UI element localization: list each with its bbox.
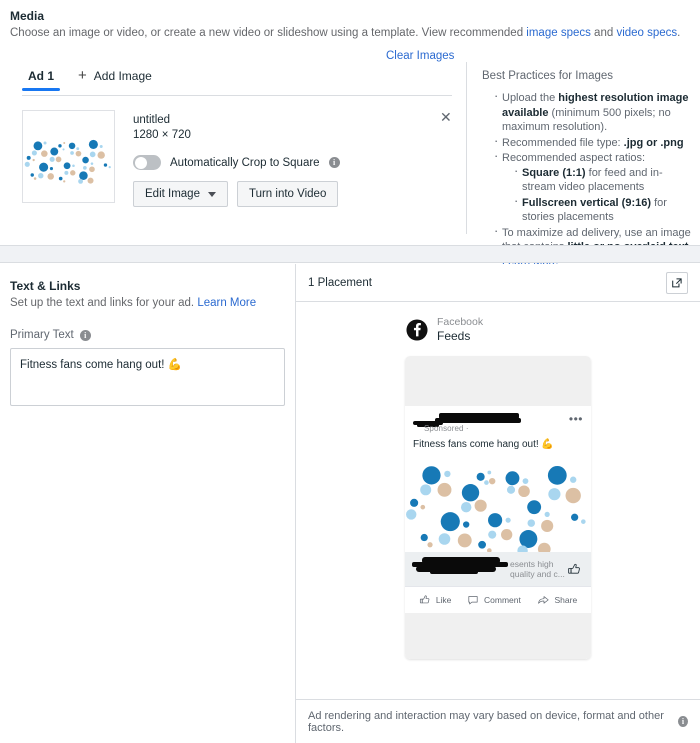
crop-to-square-label: Automatically Crop to Square [170,156,320,169]
text-and-links-section: Text & Links Set up the text and links f… [0,270,295,406]
preview-footer-note: Ad rendering and interaction may vary ba… [308,709,664,734]
plus-icon: + [78,67,87,84]
ad-link-caption-bar[interactable]: esents high quality and c... [405,552,591,586]
ads-manager-creative-editor: Media Choose an image or video, or creat… [0,0,700,743]
placement-names: Facebook Feeds [437,316,483,343]
ad-comment-button[interactable]: Comment [467,594,521,606]
bp-text-1-a: Upload the [502,92,559,104]
feed-placeholder-top [405,356,591,406]
best-practices-panel: Best Practices for Images Upload the hig… [482,68,692,270]
comment-icon [468,596,478,605]
primary-text-input[interactable]: Fitness fans come hang out! 💪 [10,348,285,406]
image-item-row: untitled 1280 × 720 Automatically Crop t… [22,110,340,207]
ad-header: Sponsored · ••• [405,406,591,436]
video-specs-link[interactable]: video specs [616,27,677,39]
platform-name: Facebook [437,316,484,328]
ad-tabs: Ad 1 + Add Image [22,68,152,91]
best-practice-item: Recommended file type: .jpg or .png [494,134,692,151]
confetti-dots-graphic [405,458,591,552]
ad-primary-text: Fitness fans come hang out! 💪 [413,439,554,450]
add-image-button[interactable]: + Add Image [78,68,152,91]
primary-text-label: Primary Text [10,329,74,341]
ad-comment-label: Comment [484,595,521,605]
external-link-icon [672,277,682,287]
text-links-subtitle: Set up the text and links for your ad. L… [10,295,285,311]
redacted-link-headline [412,557,508,574]
feed-placeholder-bottom [405,613,591,659]
toggle-knob [134,156,147,169]
tab-active-indicator [22,88,61,91]
image-action-buttons: Edit Image Turn into Video [133,181,340,207]
edit-image-label: Edit Image [145,188,200,200]
tabs-divider [22,95,452,96]
text-links-title: Text & Links [10,279,81,293]
media-subtitle-text-2: and [590,27,617,39]
chevron-down-icon [207,191,216,197]
text-links-learn-more-link[interactable]: Learn More [197,297,256,309]
platform-surface: Feeds [437,329,471,343]
bp-text-3-1-a: Square (1:1) [522,166,586,179]
bp-text-3-2-a: Fullscreen vertical (9:16) [522,196,652,209]
bp-text-2-b: .jpg or .png [623,136,684,149]
best-practices-sublist: Square (1:1) for feed and in-stream vide… [504,164,692,225]
ad-share-button[interactable]: Share [537,594,578,606]
section-separator [0,245,700,263]
ad-like-label: Like [435,595,452,605]
bp-text-2-a: Recommended file type: [502,136,624,149]
share-icon [537,596,549,604]
turn-into-video-label: Turn into Video [248,188,327,200]
info-icon[interactable]: i [79,329,91,341]
best-practice-item: Recommended aspect ratios: Square (1:1) … [494,149,692,225]
media-section-subtitle: Choose an image or video, or create a ne… [10,25,690,41]
best-practices-title: Best Practices for Images [482,70,614,82]
ad-more-options-icon[interactable]: ••• [569,413,583,425]
ad-creative-image[interactable] [405,458,591,552]
image-specs-link[interactable]: image specs [526,27,591,39]
media-subtitle-text-3: . [677,27,681,39]
preview-body: Facebook Feeds Sponsored · ••• Fitness f… [296,302,700,659]
image-file-name: untitled [133,114,171,126]
confetti-dots-graphic [23,130,114,184]
bp-text-3-a: Recommended aspect ratios: [502,152,646,164]
placement-count-label: 1 Placement [308,276,372,289]
crop-to-square-toggle[interactable] [133,155,161,170]
primary-text-label-row: Primary Text i [10,329,285,341]
facebook-logo-icon [406,318,428,341]
add-image-label: Add Image [93,68,152,83]
info-icon[interactable]: i [328,157,340,168]
preview-header: 1 Placement [296,264,700,302]
ad-like-button[interactable]: Like [419,594,452,606]
tab-ad-1-label: Ad 1 [28,69,55,83]
ad-share-label: Share [554,595,578,605]
media-subtitle-text-1: Choose an image or video, or create a ne… [10,27,527,39]
preview-footer: Ad rendering and interaction may vary ba… [296,699,700,743]
turn-into-video-button[interactable]: Turn into Video [236,181,339,207]
thumbs-up-icon [419,595,430,604]
crop-to-square-row: Automatically Crop to Square i [133,155,340,170]
open-preview-popout-button[interactable] [666,271,688,294]
edit-image-button[interactable]: Edit Image [133,181,228,207]
best-practices-divider [466,62,467,234]
info-icon[interactable]: i [677,716,688,727]
best-practice-item: Upload the highest resolution image avai… [494,89,692,135]
image-meta: untitled 1280 × 720 Automatically Crop t… [133,110,340,207]
clear-images-link[interactable]: Clear Images [386,50,454,62]
best-practice-subitem: Fullscreen vertical (9:16) for stories p… [514,194,692,225]
image-thumbnail[interactable] [22,110,115,203]
sponsored-label: Sponsored · [424,424,469,433]
ad-preview-panel: 1 Placement Facebook Feeds Sponsored · •… [296,264,700,743]
remove-image-button[interactable]: ✕ [440,110,452,124]
thumbs-up-icon [568,563,580,574]
media-section-title: Media [10,9,45,23]
tab-ad-1[interactable]: Ad 1 [22,69,61,91]
ad-action-bar: Like Comment Share [405,586,591,613]
best-practice-subitem: Square (1:1) for feed and in-stream vide… [514,164,692,195]
media-section: Media Choose an image or video, or creat… [0,0,700,41]
placement-identity: Facebook Feeds [296,316,700,343]
ad-preview-card: Sponsored · ••• Fitness fans come hang o… [405,356,591,659]
image-dimensions: 1280 × 720 [133,129,191,141]
text-links-subtitle-text: Set up the text and links for your ad. [10,297,198,309]
best-practices-list: Upload the highest resolution image avai… [482,89,692,269]
